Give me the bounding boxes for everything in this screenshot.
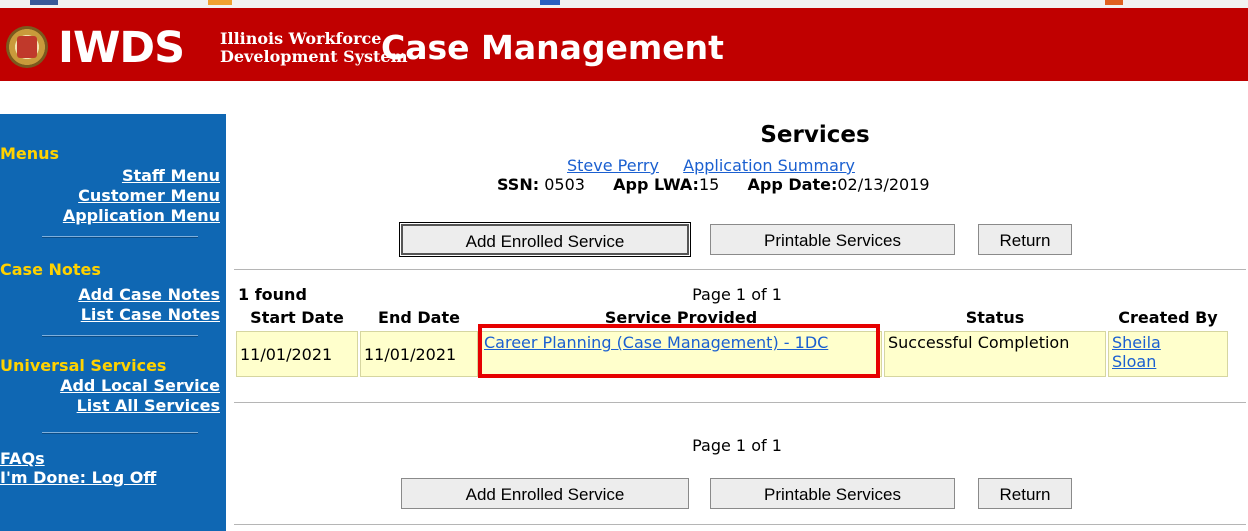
browser-toolbar-strip — [0, 0, 1248, 8]
return-button-bottom[interactable]: Return — [978, 478, 1072, 509]
add-enrolled-service-button[interactable]: Add Enrolled Service — [399, 222, 691, 257]
cell-created-by: Sheila Sloan — [1108, 331, 1228, 377]
cell-end-date: 11/01/2021 — [360, 331, 478, 377]
header-banner: IWDS Illinois Workforce Development Syst… — [0, 8, 1248, 81]
banner-subtitle-line2: Development System — [220, 47, 408, 66]
case-notes-heading: Case Notes — [0, 260, 101, 279]
sidebar-divider — [42, 236, 198, 238]
cell-status: Successful Completion — [884, 331, 1106, 377]
ssn-value: 0503 — [544, 175, 585, 194]
column-header-end-date: End Date — [360, 307, 478, 329]
list-case-notes-link[interactable]: List Case Notes — [81, 305, 220, 325]
lwa-value: 15 — [698, 175, 720, 194]
banner-subtitle-line1: Illinois Workforce — [220, 29, 382, 48]
printable-services-button[interactable]: Printable Services — [710, 224, 955, 255]
app-date-label: App Date: — [747, 175, 838, 194]
table-row: 11/01/2021 11/01/2021 Career Planning (C… — [236, 331, 1228, 377]
page-indicator-bottom: Page 1 of 1 — [692, 436, 782, 455]
service-provided-link[interactable]: Career Planning (Case Management) - 1DC — [484, 333, 828, 352]
app-name: Case Management — [381, 28, 724, 67]
column-header-created-by: Created By — [1108, 307, 1228, 329]
table-header-row: Start Date End Date Service Provided Sta… — [236, 307, 1228, 329]
column-header-start-date: Start Date — [236, 307, 358, 329]
return-button[interactable]: Return — [978, 224, 1072, 255]
divider — [234, 402, 1246, 403]
page-title: Services — [760, 122, 870, 148]
sidebar: Menus Staff Menu Customer Menu Applicati… — [0, 114, 226, 531]
application-menu-link[interactable]: Application Menu — [63, 206, 220, 226]
add-enrolled-service-button-bottom[interactable]: Add Enrolled Service — [401, 478, 689, 509]
app-date-value: 02/13/2019 — [837, 175, 930, 194]
application-info-line: SSN: 0503 App LWA:15 App Date:02/13/2019 — [497, 175, 930, 195]
illinois-seal-icon — [6, 26, 48, 68]
divider — [234, 524, 1246, 525]
column-header-status: Status — [884, 307, 1106, 329]
iwds-logo-text: IWDS — [58, 23, 185, 73]
customer-header-links: Steve Perry Application Summary — [567, 156, 855, 176]
banner-subtitle: Illinois Workforce Development System — [220, 30, 408, 66]
add-case-notes-link[interactable]: Add Case Notes — [78, 285, 220, 305]
ssn-label: SSN: — [497, 175, 540, 194]
customer-menu-link[interactable]: Customer Menu — [78, 186, 220, 206]
column-header-service-provided: Service Provided — [480, 307, 882, 329]
services-table: Start Date End Date Service Provided Sta… — [234, 305, 1230, 379]
add-local-service-link[interactable]: Add Local Service — [60, 376, 220, 396]
log-off-link[interactable]: I'm Done: Log Off — [0, 468, 156, 488]
sidebar-divider — [42, 432, 198, 434]
sidebar-divider — [42, 335, 198, 337]
application-summary-link[interactable]: Application Summary — [683, 156, 855, 175]
menus-heading: Menus — [0, 144, 60, 163]
universal-services-heading: Universal Services — [0, 356, 167, 375]
customer-name-link[interactable]: Steve Perry — [567, 156, 659, 175]
cell-start-date: 11/01/2021 — [236, 331, 358, 377]
divider — [234, 269, 1246, 270]
list-all-services-link[interactable]: List All Services — [77, 396, 220, 416]
printable-services-button-bottom[interactable]: Printable Services — [710, 478, 955, 509]
staff-menu-link[interactable]: Staff Menu — [122, 166, 220, 186]
results-count: 1 found — [238, 285, 307, 304]
cell-service-provided: Career Planning (Case Management) - 1DC — [480, 331, 882, 377]
created-by-link[interactable]: Sheila Sloan — [1112, 333, 1161, 371]
faqs-link[interactable]: FAQs — [0, 449, 45, 469]
page-indicator-top: Page 1 of 1 — [692, 285, 782, 304]
created-by-last: Sloan — [1112, 352, 1157, 371]
created-by-first: Sheila — [1112, 333, 1161, 352]
lwa-label: App LWA: — [613, 175, 699, 194]
